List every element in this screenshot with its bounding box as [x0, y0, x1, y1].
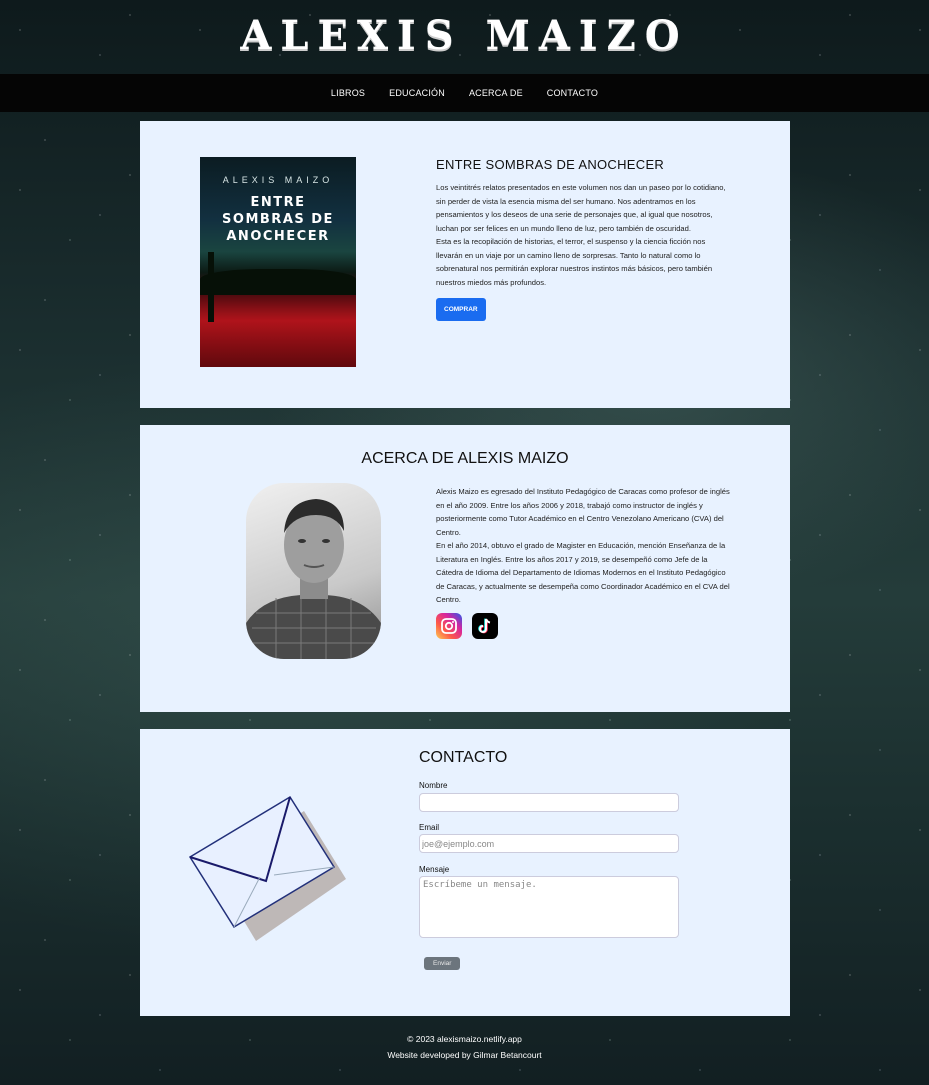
- email-label: Email: [419, 822, 440, 832]
- books-section: ALEXIS MAIZO ENTRE SOMBRAS DE ANOCHECER …: [140, 121, 790, 408]
- cover-treeline: [200, 269, 356, 295]
- top-navigation: LIBROS EDUCACIÓN ACERCA DE CONTACTO: [0, 74, 929, 112]
- book-paragraph-1: Los veintitrés relatos presentados en es…: [436, 183, 726, 233]
- site-footer: © 2023 alexismaizo.netlify.app Website d…: [0, 1031, 929, 1063]
- book-heading: ENTRE SOMBRAS DE ANOCHECER: [436, 157, 665, 172]
- contact-section: CONTACTO Nombre Email Mensaje Enviar: [140, 729, 790, 1016]
- about-info: Alexis Maizo es egresado del Instituto P…: [436, 485, 731, 639]
- contact-heading: CONTACTO: [419, 749, 508, 766]
- contact-form: CONTACTO Nombre Email Mensaje Enviar: [419, 749, 681, 970]
- send-button[interactable]: Enviar: [424, 957, 461, 970]
- book-info: ENTRE SOMBRAS DE ANOCHECER Los veintitré…: [436, 157, 731, 321]
- about-heading: ACERCA DE ALEXIS MAIZO: [361, 450, 569, 467]
- email-field[interactable]: [419, 834, 679, 853]
- about-paragraph-2: En el año 2014, obtuvo el grado de Magis…: [436, 541, 730, 604]
- author-portrait: [246, 483, 381, 659]
- nav-item-educacion[interactable]: EDUCACIÓN: [377, 88, 457, 98]
- nav-item-contacto[interactable]: CONTACTO: [535, 88, 610, 98]
- social-links: [436, 612, 731, 639]
- book-cover-title: ENTRE SOMBRAS DE ANOCHECER: [222, 195, 334, 244]
- footer-credit: Website developed by Gilmar Betancourt: [387, 1050, 542, 1060]
- message-label: Mensaje: [419, 865, 450, 874]
- portrait-image: [246, 499, 381, 659]
- site-header: ALEXIS MAIZO: [0, 0, 929, 74]
- buy-button[interactable]: COMPRAR: [436, 298, 486, 321]
- envelope-icon: [186, 793, 346, 948]
- nav-item-libros[interactable]: LIBROS: [319, 88, 377, 98]
- tiktok-icon[interactable]: [472, 612, 498, 639]
- name-field[interactable]: [419, 792, 679, 812]
- name-label: Nombre: [419, 781, 448, 790]
- about-section: ACERCA DE ALEXIS MAIZO Alexis Maizo es e…: [140, 425, 790, 712]
- nav-item-acerca[interactable]: ACERCA DE: [457, 88, 535, 98]
- footer-copyright: © 2023 alexismaizo.netlify.app: [407, 1034, 522, 1044]
- message-field[interactable]: [419, 876, 679, 938]
- book-cover[interactable]: ALEXIS MAIZO ENTRE SOMBRAS DE ANOCHECER: [200, 157, 356, 367]
- about-paragraph-1: Alexis Maizo es egresado del Instituto P…: [436, 487, 730, 537]
- cover-road: [200, 307, 356, 367]
- book-paragraph-2: Esta es la recopilación de historias, el…: [436, 237, 713, 287]
- site-title: ALEXIS MAIZO: [240, 12, 689, 59]
- book-cover-author: ALEXIS MAIZO: [222, 175, 334, 185]
- instagram-icon[interactable]: [436, 612, 462, 639]
